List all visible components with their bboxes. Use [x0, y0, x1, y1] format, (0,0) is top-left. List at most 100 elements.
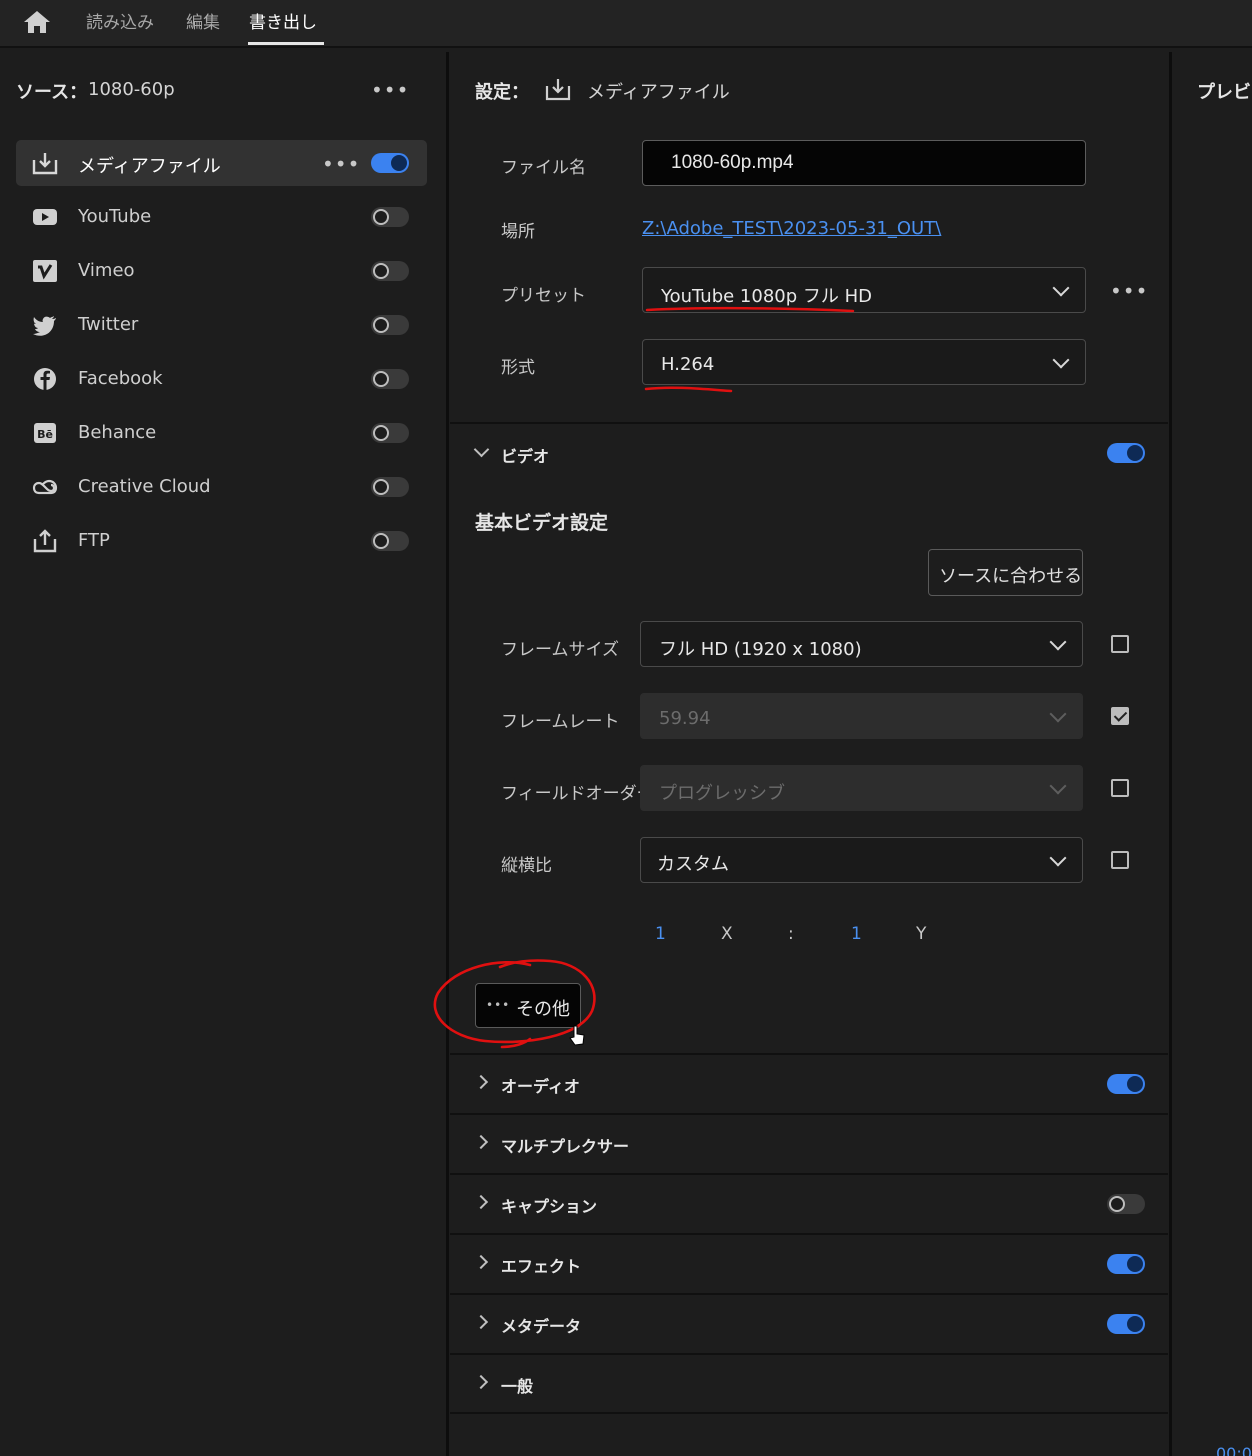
tab-import[interactable]: 読み込み: [86, 8, 154, 33]
destination-label: YouTube: [78, 206, 152, 227]
video-section-title[interactable]: ビデオ: [501, 443, 549, 467]
source-more-button[interactable]: •••: [371, 80, 409, 100]
match-source-button[interactable]: ソースに合わせる: [928, 549, 1083, 596]
settings-title: 設定：: [475, 82, 529, 103]
aspect-y-label: Y: [916, 924, 927, 944]
home-icon[interactable]: [23, 9, 51, 35]
tab-edit[interactable]: 編集: [186, 8, 220, 33]
active-tab-indicator: [248, 42, 324, 45]
section-audio[interactable]: オーディオ: [450, 1053, 1168, 1113]
ftp-toggle[interactable]: [371, 531, 409, 551]
tab-export[interactable]: 書き出し: [249, 8, 317, 33]
chevron-down-icon: [1049, 633, 1067, 651]
chevron-down-icon: [1052, 351, 1070, 369]
hand-cursor-icon: [569, 1025, 585, 1046]
filename-value: 1080-60p.mp4: [671, 152, 794, 173]
section-title: マルチプレクサー: [501, 1137, 630, 1156]
section-title: 一般: [501, 1377, 534, 1396]
field-order-value: プログレッシブ: [659, 783, 785, 804]
section-effects[interactable]: エフェクト: [450, 1233, 1168, 1293]
effects-toggle[interactable]: [1107, 1254, 1145, 1274]
aspect-checkbox[interactable]: [1111, 851, 1129, 869]
chevron-down-icon[interactable]: [473, 441, 490, 458]
video-toggle[interactable]: [1107, 443, 1145, 463]
destination-label: Behance: [78, 422, 157, 443]
preview-timecode[interactable]: 00:0: [1216, 1444, 1252, 1456]
behance-toggle[interactable]: [371, 423, 409, 443]
facebook-icon: [34, 368, 56, 390]
chevron-right-icon: [473, 1074, 489, 1090]
top-nav-bar: 読み込み 編集 書き出し: [0, 0, 1252, 48]
section-general[interactable]: 一般: [450, 1353, 1168, 1413]
facebook-toggle[interactable]: [371, 369, 409, 389]
location-label: 場所: [501, 222, 535, 242]
format-value: H.264: [661, 354, 715, 375]
section-divider: [450, 1412, 1168, 1414]
behance-icon: Bē: [34, 423, 56, 443]
frame-size-label: フレームサイズ: [501, 640, 619, 660]
destination-creative-cloud[interactable]: Creative Cloud: [16, 464, 427, 510]
frame-rate-dropdown[interactable]: 59.94: [640, 693, 1083, 739]
destination-twitter[interactable]: Twitter: [16, 302, 427, 348]
settings-destination: メディアファイル: [587, 82, 730, 103]
ftp-upload-icon: [33, 529, 57, 553]
captions-toggle[interactable]: [1107, 1194, 1145, 1214]
frame-size-value: フル HD (1920 x 1080): [659, 639, 862, 660]
section-title: メタデータ: [501, 1317, 582, 1336]
preset-more-button[interactable]: •••: [1110, 281, 1148, 301]
filename-label: ファイル名: [501, 158, 586, 178]
field-order-dropdown[interactable]: プログレッシブ: [640, 765, 1083, 811]
destination-label: Twitter: [78, 314, 139, 335]
aspect-dropdown[interactable]: カスタム: [640, 837, 1083, 883]
frame-size-checkbox[interactable]: [1111, 635, 1129, 653]
preview-title: プレビュー: [1197, 82, 1252, 103]
match-source-label: ソースに合わせる: [939, 566, 1083, 587]
destination-label: メディアファイル: [78, 156, 221, 177]
destination-youtube[interactable]: YouTube: [16, 194, 427, 240]
vimeo-toggle[interactable]: [371, 261, 409, 281]
aspect-separator: :: [788, 924, 794, 944]
red-underline-annotation: [644, 386, 733, 393]
destination-ftp[interactable]: FTP: [16, 518, 427, 564]
basic-video-settings-title: 基本ビデオ設定: [475, 512, 609, 534]
chevron-right-icon: [473, 1314, 489, 1330]
field-order-checkbox[interactable]: [1111, 779, 1129, 797]
twitter-toggle[interactable]: [371, 315, 409, 335]
section-metadata[interactable]: メタデータ: [450, 1293, 1168, 1353]
destination-behance[interactable]: Bē Behance: [16, 410, 427, 456]
destination-label: Facebook: [78, 368, 163, 389]
section-title: エフェクト: [501, 1257, 582, 1276]
location-link[interactable]: Z:\Adobe_TEST\2023-05-31_OUT\: [642, 218, 941, 239]
section-captions[interactable]: キャプション: [450, 1173, 1168, 1233]
section-divider: [450, 422, 1168, 424]
destination-media-file[interactable]: メディアファイル •••: [16, 140, 427, 186]
destination-label: Vimeo: [78, 260, 135, 281]
format-dropdown[interactable]: H.264: [642, 339, 1086, 385]
aspect-label: 縦横比: [501, 856, 552, 876]
chevron-right-icon: [473, 1194, 489, 1210]
destination-label: FTP: [78, 530, 110, 551]
creative-cloud-toggle[interactable]: [371, 477, 409, 497]
media-file-download-icon: [32, 153, 58, 175]
audio-toggle[interactable]: [1107, 1074, 1145, 1094]
media-file-toggle[interactable]: [371, 153, 409, 173]
twitter-icon: [33, 316, 56, 336]
source-value: 1080-60p: [88, 79, 175, 100]
chevron-down-icon: [1052, 279, 1070, 297]
destination-facebook[interactable]: Facebook: [16, 356, 427, 402]
aspect-y-value[interactable]: 1: [851, 924, 862, 944]
section-multiplexer[interactable]: マルチプレクサー: [450, 1113, 1168, 1173]
chevron-down-icon: [1049, 705, 1067, 723]
chevron-down-icon: [1049, 777, 1067, 795]
red-underline-annotation: [645, 306, 855, 313]
youtube-toggle[interactable]: [371, 207, 409, 227]
filename-input[interactable]: 1080-60p.mp4: [642, 140, 1086, 186]
frame-size-dropdown[interactable]: フル HD (1920 x 1080): [640, 621, 1083, 667]
aspect-x-value[interactable]: 1: [655, 924, 666, 944]
destination-vimeo[interactable]: Vimeo: [16, 248, 427, 294]
aspect-x-label: X: [721, 924, 733, 944]
section-title: オーディオ: [501, 1077, 580, 1096]
frame-rate-checkbox[interactable]: [1111, 707, 1129, 725]
metadata-toggle[interactable]: [1107, 1314, 1145, 1334]
destination-more-button[interactable]: •••: [322, 154, 360, 174]
